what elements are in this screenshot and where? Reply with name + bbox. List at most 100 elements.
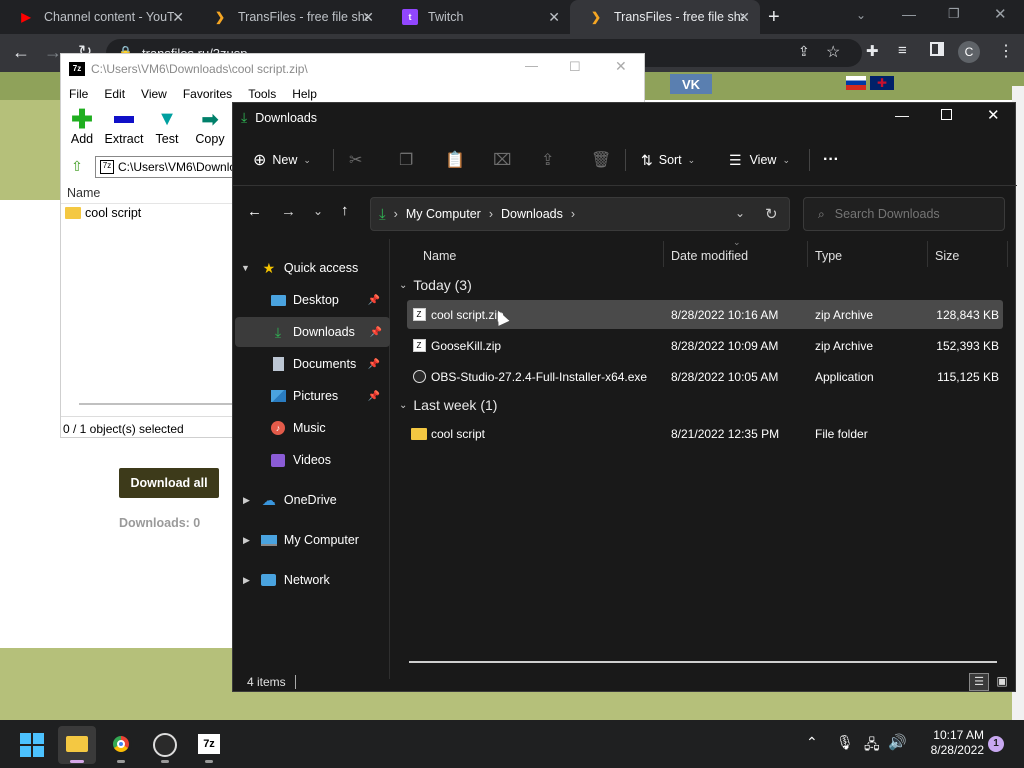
tiles-view-icon[interactable]: ▣ xyxy=(992,673,1012,691)
download-all-button[interactable]: Download all xyxy=(119,468,219,498)
new-tab-button[interactable]: + xyxy=(768,6,780,29)
test-button[interactable]: ▼ Test xyxy=(143,106,191,147)
7zip-column-name[interactable]: Name xyxy=(61,180,233,204)
nav-my-computer[interactable]: ▶ My Computer xyxy=(233,525,388,555)
copy-button[interactable]: ➡ Copy xyxy=(186,106,234,147)
tab-youtube[interactable]: ▶ Channel content - YouTube ✕ xyxy=(0,0,194,34)
column-header-name[interactable]: Name xyxy=(423,249,456,263)
minimize-icon[interactable]: — xyxy=(895,107,909,123)
clock[interactable]: 10:17 AM 8/28/2022 xyxy=(918,728,984,758)
up-folder-icon[interactable]: ⇧ xyxy=(63,154,91,178)
search-box[interactable]: ⌕ xyxy=(803,197,1005,231)
file-row[interactable]: cool script 8/21/2022 12:35 PM File fold… xyxy=(407,419,1003,448)
menu-help[interactable]: Help xyxy=(292,87,317,101)
address-dropdown-icon[interactable]: ⌄ xyxy=(735,206,745,220)
tab-transfiles-active[interactable]: ❯ TransFiles - free file sharing ✕ xyxy=(570,0,760,34)
network-icon[interactable]: 🖧 xyxy=(864,734,880,758)
details-view-icon[interactable]: ☰ xyxy=(969,673,989,691)
close-icon[interactable]: ✕ xyxy=(987,106,1000,124)
new-button[interactable]: ⊕ New ⌄ xyxy=(253,141,311,179)
more-options-button[interactable]: ··· xyxy=(823,141,839,179)
rename-icon[interactable]: ⌧ xyxy=(493,141,511,179)
breadcrumb-my-computer[interactable]: My Computer xyxy=(406,207,481,221)
share-icon[interactable]: ⇪ xyxy=(541,141,554,179)
tray-overflow-icon[interactable]: ⌃ xyxy=(806,734,818,751)
add-button[interactable]: ✚ Add xyxy=(58,104,106,147)
pin-icon: 📌 xyxy=(367,294,380,306)
column-header-type[interactable]: Type xyxy=(815,249,842,263)
address-bar[interactable]: ⤓ › My Computer › Downloads › ⌄ ↻ xyxy=(370,197,790,231)
7zip-hscrollbar[interactable] xyxy=(79,403,233,405)
chrome-icon[interactable] xyxy=(110,733,132,755)
maximize-icon[interactable] xyxy=(941,109,952,120)
menu-tools[interactable]: Tools xyxy=(248,87,276,101)
restore-icon[interactable]: ❐ xyxy=(948,6,960,22)
nav-item-videos[interactable]: Videos xyxy=(233,445,388,475)
back-icon[interactable]: ← xyxy=(247,203,262,220)
volume-icon[interactable]: 🔊 xyxy=(888,733,907,751)
notification-badge[interactable]: 1 xyxy=(988,736,1004,752)
close-tab-icon[interactable]: ✕ xyxy=(548,9,560,26)
nav-item-desktop[interactable]: Desktop 📌 xyxy=(233,285,388,315)
extensions-icon[interactable]: ✚ xyxy=(866,42,879,60)
cut-icon[interactable]: ✂ xyxy=(349,141,362,179)
nav-item-pictures[interactable]: Pictures 📌 xyxy=(233,381,388,411)
tab-search-icon[interactable]: ⌄ xyxy=(856,8,866,22)
refresh-icon[interactable]: ↻ xyxy=(765,205,778,223)
media-control-icon[interactable]: ≡ xyxy=(898,42,907,59)
column-header-size[interactable]: Size xyxy=(935,249,959,263)
minimize-icon[interactable]: — xyxy=(902,6,916,22)
menu-view[interactable]: View xyxy=(141,87,167,101)
horizontal-scrollbar[interactable] xyxy=(409,661,997,663)
column-header-date[interactable]: Date modified xyxy=(671,249,748,263)
file-row[interactable]: OBS-Studio-27.2.4-Full-Installer-x64.exe… xyxy=(407,362,1003,391)
tab-twitch[interactable]: t Twitch ✕ xyxy=(384,0,570,34)
minimize-icon[interactable]: — xyxy=(525,58,538,73)
copy-icon[interactable]: ❐ xyxy=(399,141,413,179)
share-icon[interactable]: ⇪ xyxy=(798,43,810,60)
7zip-list-item[interactable]: cool script xyxy=(65,206,141,220)
sort-button[interactable]: ⇅ Sort ⌄ xyxy=(641,141,695,179)
nav-item-downloads[interactable]: ⤓ Downloads 📌 xyxy=(235,317,390,347)
group-today[interactable]: ⌄ Today (3) xyxy=(399,277,472,293)
nav-network[interactable]: ▶ Network xyxy=(233,565,388,595)
file-row[interactable]: Z GooseKill.zip 8/28/2022 10:09 AM zip A… xyxy=(407,331,1003,360)
paste-icon[interactable]: 📋 xyxy=(445,141,465,179)
maximize-icon[interactable]: ☐ xyxy=(569,59,581,75)
microphone-icon[interactable]: 🎙 xyxy=(836,734,854,751)
breadcrumb-downloads[interactable]: Downloads xyxy=(501,207,563,221)
7zip-icon[interactable]: 7z xyxy=(198,734,220,754)
start-icon[interactable] xyxy=(20,733,44,757)
close-tab-icon[interactable]: ✕ xyxy=(738,9,750,26)
menu-favorites[interactable]: Favorites xyxy=(183,87,232,101)
delete-icon[interactable]: 🗑 xyxy=(591,141,611,179)
nav-onedrive[interactable]: ▶ ☁ OneDrive xyxy=(233,485,388,515)
bookmark-star-icon[interactable]: ☆ xyxy=(826,42,840,62)
menu-edit[interactable]: Edit xyxy=(104,87,125,101)
back-icon[interactable]: ← xyxy=(12,42,30,63)
profile-avatar[interactable]: C xyxy=(958,41,980,63)
menu-file[interactable]: File xyxy=(69,87,88,101)
search-input[interactable] xyxy=(834,207,995,221)
side-panel-icon[interactable] xyxy=(930,42,944,56)
extract-button[interactable]: Extract xyxy=(100,106,148,146)
view-button[interactable]: ☰ View ⌄ xyxy=(729,141,790,179)
flag-uk-icon[interactable]: ✚ xyxy=(870,76,894,90)
nav-item-documents[interactable]: Documents 📌 xyxy=(233,349,388,379)
flag-ru-icon[interactable] xyxy=(846,76,866,90)
file-explorer-taskbar-button[interactable] xyxy=(58,726,96,764)
close-window-icon[interactable]: ✕ xyxy=(994,5,1007,23)
vk-link[interactable]: VK xyxy=(670,74,712,94)
nav-item-music[interactable]: ♪ Music xyxy=(233,413,388,443)
close-tab-icon[interactable]: ✕ xyxy=(362,9,374,26)
close-icon[interactable]: ✕ xyxy=(615,58,627,75)
forward-icon[interactable]: → xyxy=(281,203,296,220)
chrome-menu-icon[interactable]: ⋮ xyxy=(998,41,1014,61)
close-tab-icon[interactable]: ✕ xyxy=(172,9,184,26)
group-last-week[interactable]: ⌄ Last week (1) xyxy=(399,397,497,413)
recent-chevron-icon[interactable]: ⌄ xyxy=(313,204,323,218)
obs-icon[interactable] xyxy=(153,733,177,757)
tab-transfiles-1[interactable]: ❯ TransFiles - free file sharing ✕ xyxy=(194,0,384,34)
nav-quick-access[interactable]: ▼ ★ Quick access xyxy=(233,253,388,283)
up-icon[interactable]: ↑ xyxy=(341,202,349,219)
